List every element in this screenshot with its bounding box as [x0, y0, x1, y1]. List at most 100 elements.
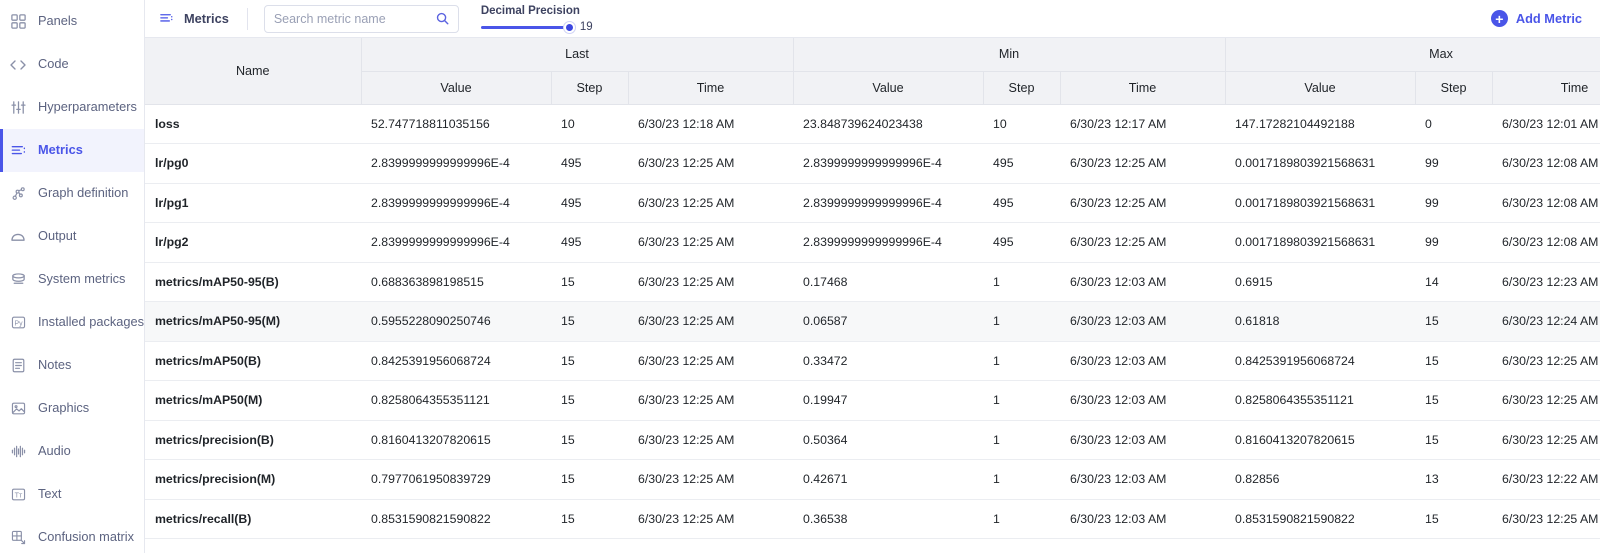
cell-min-time: 6/30/23 12:25 AM: [1060, 143, 1226, 184]
sidebar: Panels Code Hyperparameters Metrics Graph de…: [0, 0, 145, 553]
cell-min-time: 6/30/23 12:03 AM: [1060, 341, 1226, 381]
sidebar-item-text[interactable]: Tт Text: [0, 473, 144, 516]
sidebar-item-label: Text: [38, 486, 62, 502]
column-header[interactable]: Time: [1060, 71, 1226, 105]
sidebar-item-metrics[interactable]: Metrics: [0, 129, 144, 172]
sidebar-item-label: Graphics: [38, 400, 90, 416]
slider-thumb[interactable]: [563, 21, 575, 33]
cell-max-value: 0.6915: [1225, 262, 1416, 302]
confusion-matrix-icon: [8, 528, 28, 548]
table-row[interactable]: lr/pg1 2.8399999999999996E-4 495 6/30/23 12…: [145, 183, 1600, 223]
sidebar-item-notes[interactable]: Notes: [0, 344, 144, 387]
cell-min-value: 2.8399999999999996E-4: [793, 143, 984, 184]
cell-max-value: 0.0017189803921568631: [1225, 222, 1416, 263]
cell-metric-name: metrics/mAP50-95(B): [145, 262, 361, 302]
search-box[interactable]: [263, 4, 459, 33]
sidebar-item-confusion-matrix[interactable]: Confusion matrix: [0, 516, 144, 553]
sidebar-item-label: Panels: [38, 13, 78, 29]
cell-metric-name: lr/pg2: [145, 222, 361, 263]
search-input[interactable]: [273, 11, 434, 26]
audio-waveform-icon: [8, 442, 28, 462]
cell-last-value: 0.8531590821590822: [361, 499, 551, 539]
table-row[interactable]: metrics/mAP50(M) 0.8258064355351121 15 6/30…: [145, 380, 1600, 421]
cell-max-value: 0.8258064355351121: [1225, 380, 1416, 421]
sidebar-item-installed-packages[interactable]: Py Installed packages: [0, 301, 144, 344]
cell-max-time: 6/30/23 12:24 AM: [1492, 301, 1600, 342]
column-header[interactable]: Time: [628, 71, 794, 105]
cell-last-value: 0.8425391956068724: [361, 341, 551, 381]
column-group-header[interactable]: Max: [1225, 38, 1600, 72]
sidebar-item-output[interactable]: Output: [0, 215, 144, 258]
sidebar-item-hyperparameters[interactable]: Hyperparameters: [0, 86, 144, 129]
column-header[interactable]: Step: [1415, 71, 1493, 105]
add-metric-button[interactable]: + Add Metric: [1490, 10, 1582, 27]
code-icon: [8, 55, 28, 75]
sidebar-item-graphics[interactable]: Graphics: [0, 387, 144, 430]
sidebar-item-panels[interactable]: Panels: [0, 0, 144, 43]
slider-track: [480, 25, 573, 29]
sidebar-item-graph-definition[interactable]: Graph definition: [0, 172, 144, 215]
cell-last-step: 15: [551, 262, 628, 302]
cell-max-time: 6/30/23 12:22 AM: [1492, 459, 1600, 500]
table-row[interactable]: metrics/mAP50-95(M) 0.5955228090250746 15 6…: [145, 301, 1600, 342]
table-row[interactable]: lr/pg0 2.8399999999999996E-4 495 6/30/23 12…: [145, 143, 1600, 184]
cell-last-step: 10: [551, 104, 628, 144]
sidebar-item-audio[interactable]: Audio: [0, 430, 144, 473]
decimal-precision-slider[interactable]: [480, 21, 575, 33]
table-row[interactable]: metrics/precision(B) 0.8160413207820615 15…: [145, 420, 1600, 460]
column-group-header[interactable]: Min: [793, 38, 1226, 72]
metrics-table-container[interactable]: Name Last Min Max Value Step Time Value Step Time…: [145, 38, 1600, 553]
table-row[interactable]: metrics/mAP50-95(B) 0.688363898198515 15 6/…: [145, 262, 1600, 302]
sidebar-item-label: Metrics: [38, 142, 83, 158]
cell-last-value: 52.747718811035156: [361, 104, 551, 144]
cell-min-step: 1: [983, 262, 1061, 302]
cell-last-time: 6/30/23 12:25 AM: [628, 222, 794, 263]
cell-last-step: 15: [551, 459, 628, 500]
cell-max-value: 0.61818: [1225, 301, 1416, 342]
cell-min-step: 1: [983, 459, 1061, 500]
cell-min-value: 0.42671: [793, 459, 984, 500]
cell-last-value: 0.7977061950839729: [361, 459, 551, 500]
cell-metric-name: lr/pg1: [145, 183, 361, 223]
main-content: Metrics Decimal Precision: [145, 0, 1600, 553]
metrics-table-body: loss 52.747718811035156 10 6/30/23 12:18 AM…: [145, 104, 1600, 539]
cell-max-step: 15: [1415, 420, 1493, 460]
cell-min-step: 1: [983, 499, 1061, 539]
column-header[interactable]: Value: [361, 71, 552, 105]
table-row[interactable]: lr/pg2 2.8399999999999996E-4 495 6/30/23 12…: [145, 222, 1600, 263]
cell-max-value: 0.0017189803921568631: [1225, 143, 1416, 184]
column-header[interactable]: Step: [983, 71, 1061, 105]
cell-min-time: 6/30/23 12:03 AM: [1060, 301, 1226, 342]
column-header[interactable]: Value: [1225, 71, 1416, 105]
table-row[interactable]: loss 52.747718811035156 10 6/30/23 12:18 AM…: [145, 104, 1600, 144]
cell-min-value: 0.06587: [793, 301, 984, 342]
sidebar-item-system-metrics[interactable]: System metrics: [0, 258, 144, 301]
cell-last-step: 15: [551, 301, 628, 342]
cell-max-value: 0.8531590821590822: [1225, 499, 1416, 539]
table-row[interactable]: metrics/precision(M) 0.7977061950839729 15…: [145, 459, 1600, 500]
sidebar-item-code[interactable]: Code: [0, 43, 144, 86]
search-icon[interactable]: [435, 11, 450, 31]
table-row[interactable]: metrics/recall(B) 0.8531590821590822 15 6/3…: [145, 499, 1600, 539]
cell-max-step: 14: [1415, 262, 1493, 302]
cell-max-step: 15: [1415, 380, 1493, 421]
cell-min-time: 6/30/23 12:25 AM: [1060, 222, 1226, 263]
column-header[interactable]: Value: [793, 71, 984, 105]
table-row[interactable]: metrics/mAP50(B) 0.8425391956068724 15 6/30…: [145, 341, 1600, 381]
cell-min-time: 6/30/23 12:17 AM: [1060, 104, 1226, 144]
column-header[interactable]: Time: [1492, 71, 1600, 105]
column-group-header[interactable]: Name: [145, 38, 362, 105]
metrics-icon: [159, 11, 175, 27]
cell-max-time: 6/30/23 12:25 AM: [1492, 420, 1600, 460]
cell-min-step: 1: [983, 341, 1061, 381]
column-group-header[interactable]: Last: [361, 38, 794, 72]
output-icon: [8, 227, 28, 247]
cell-metric-name: metrics/mAP50(B): [145, 341, 361, 381]
cell-max-step: 99: [1415, 183, 1493, 223]
table-header-group-row: Name Last Min Max: [145, 38, 1600, 105]
image-icon: [8, 399, 28, 419]
column-header[interactable]: Step: [551, 71, 629, 105]
sidebar-item-label: System metrics: [38, 271, 126, 287]
cell-metric-name: metrics/precision(B): [145, 420, 361, 460]
cell-max-step: 15: [1415, 301, 1493, 342]
